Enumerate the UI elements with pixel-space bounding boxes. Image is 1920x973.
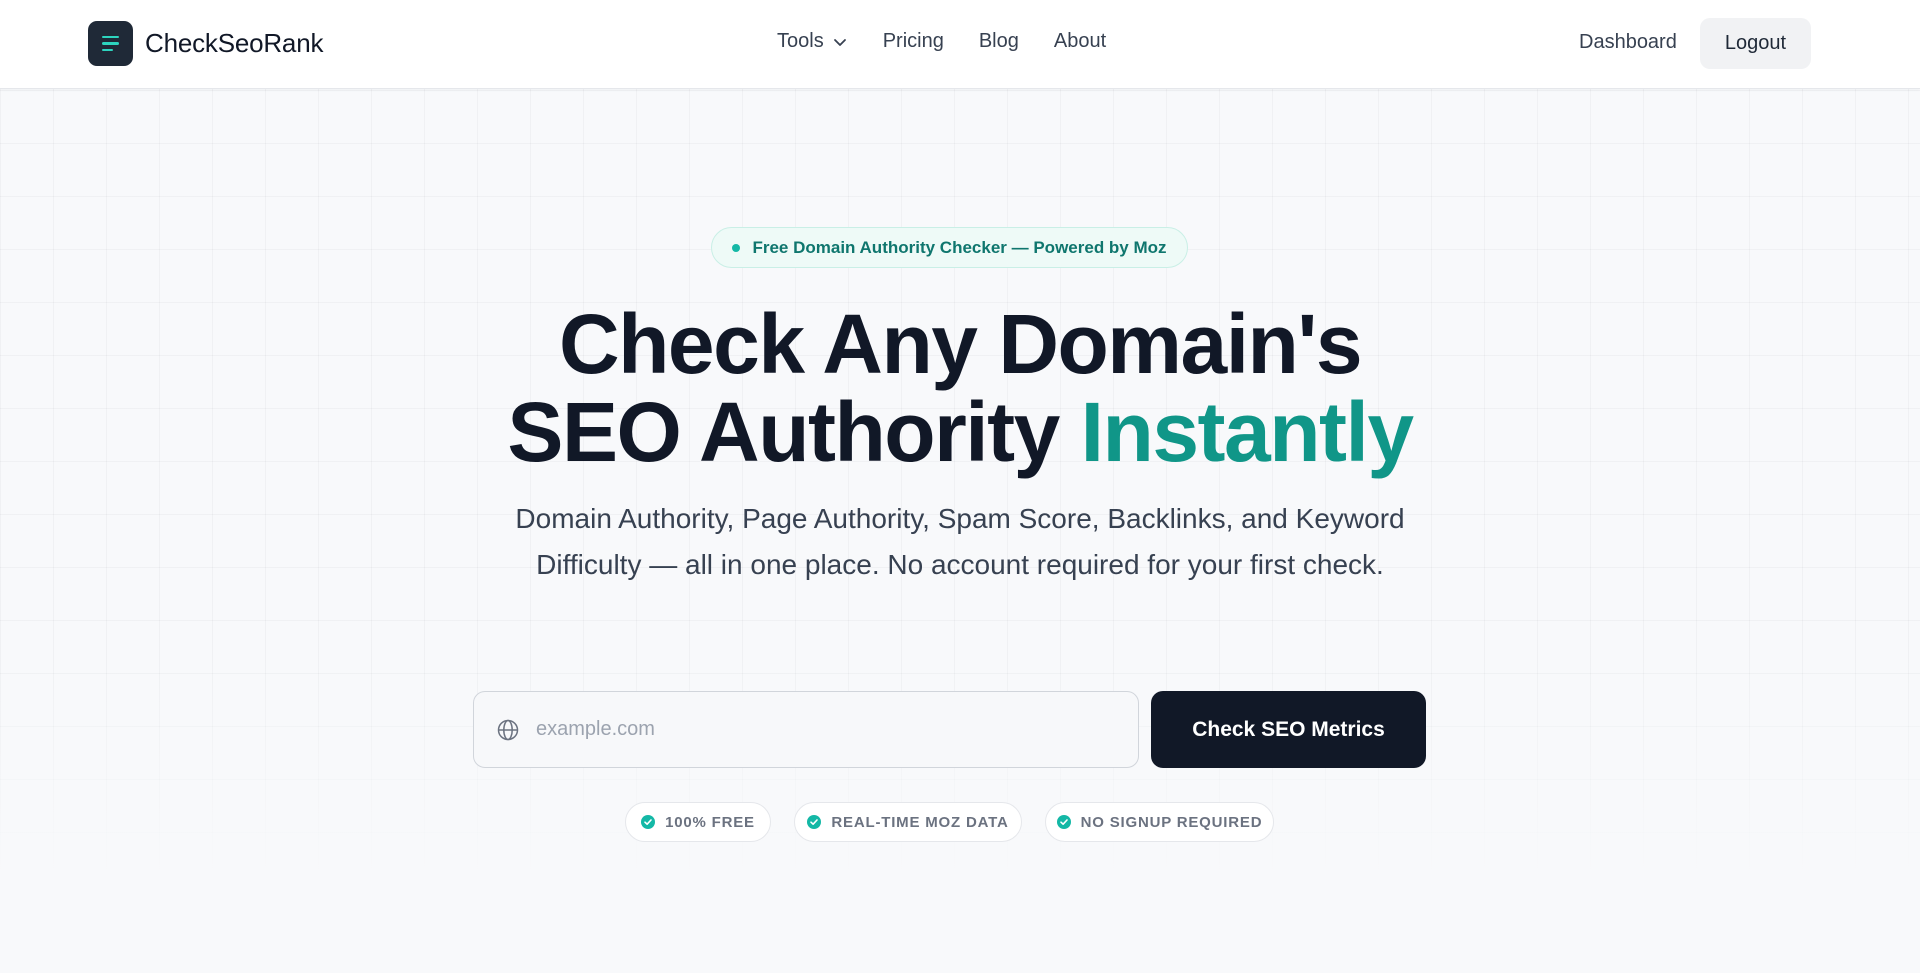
main-nav: Tools Pricing Blog About (777, 30, 1106, 53)
feature-badge-no-signup: NO SIGNUP REQUIRED (1045, 802, 1274, 842)
menu-lines-icon (88, 21, 133, 66)
feature-label: REAL-TIME MOZ DATA (831, 813, 1009, 831)
headline-accent: Instantly (1080, 385, 1414, 479)
dashboard-link[interactable]: Dashboard (1579, 31, 1677, 54)
feature-badge-realtime: REAL-TIME MOZ DATA (794, 802, 1022, 842)
check-circle-icon (641, 815, 656, 829)
brand-logo[interactable]: CheckSeoRank (88, 21, 323, 66)
nav-tools[interactable]: Tools (777, 30, 848, 53)
hero-badge: Free Domain Authority Checker — Powered … (711, 227, 1188, 268)
chevron-down-icon (833, 38, 846, 46)
brand-name: CheckSeoRank (145, 28, 324, 58)
nav-pricing[interactable]: Pricing (883, 30, 944, 53)
feature-badge-free: 100% FREE (625, 802, 771, 842)
site-header: CheckSeoRank Tools Pricing Blog About Da… (0, 0, 1920, 89)
page: CheckSeoRank Tools Pricing Blog About Da… (0, 0, 1920, 973)
headline-line-2: SEO Authority (507, 385, 1060, 479)
domain-search-box[interactable] (473, 691, 1139, 768)
globe-icon (497, 719, 519, 740)
nav-tools-label: Tools (777, 30, 824, 52)
check-circle-icon (807, 815, 822, 829)
check-circle-icon (1056, 815, 1071, 829)
hero-subtitle: Domain Authority, Page Authority, Spam S… (515, 503, 1405, 580)
check-seo-metrics-button[interactable]: Check SEO Metrics (1151, 691, 1426, 768)
feature-label: NO SIGNUP REQUIRED (1080, 813, 1263, 831)
hero-badge-text: Free Domain Authority Checker — Powered … (752, 237, 1167, 257)
headline-line-1: Check Any Domain's (558, 297, 1363, 391)
nav-blog[interactable]: Blog (979, 30, 1019, 53)
nav-about[interactable]: About (1054, 30, 1106, 53)
domain-input[interactable] (536, 718, 1116, 741)
logout-button[interactable]: Logout (1700, 18, 1811, 69)
feature-label: 100% FREE (665, 813, 755, 831)
hero-headline: Check Any Domain's SEO Authority Instant… (0, 300, 1920, 476)
status-dot-icon (732, 243, 741, 252)
